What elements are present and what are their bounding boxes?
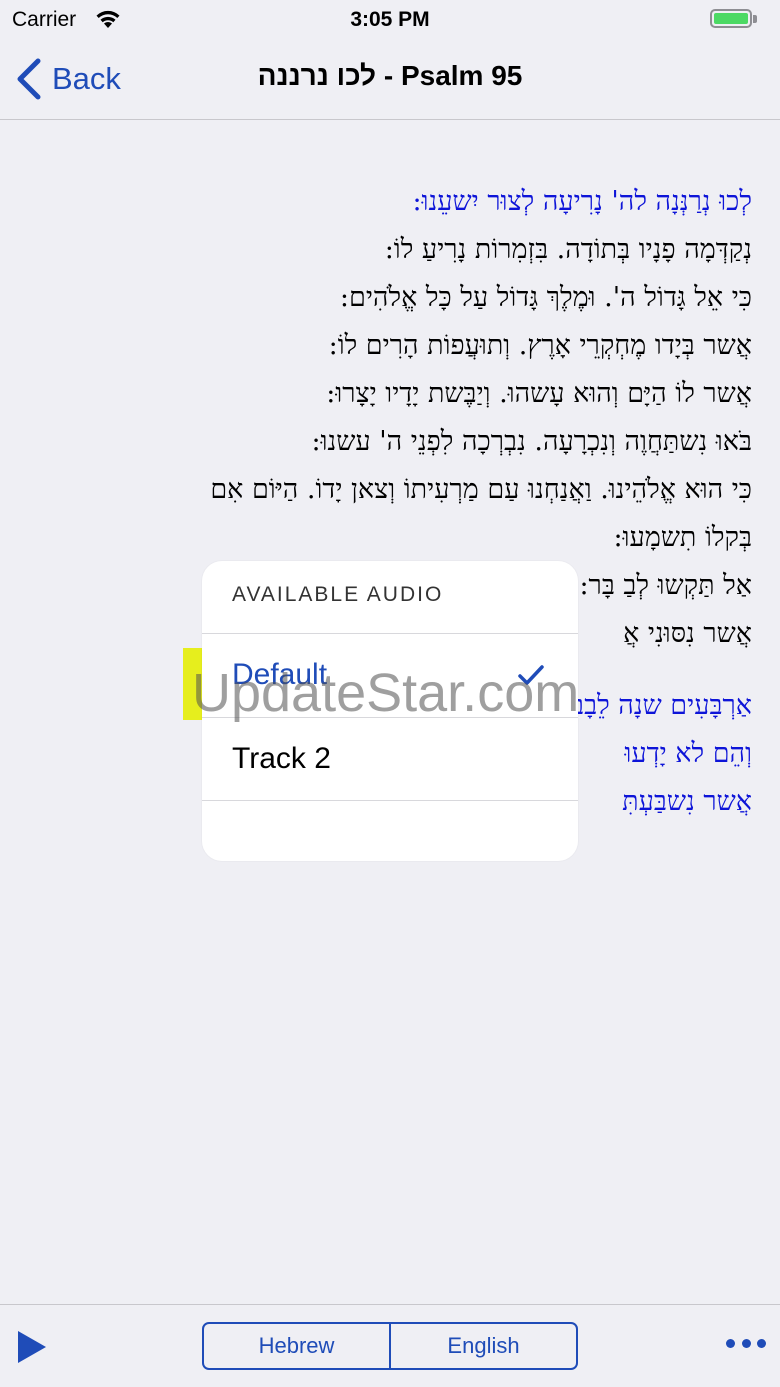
status-bar: Carrier 3:05 PM — [0, 0, 780, 40]
battery-icon — [710, 9, 752, 28]
bottom-toolbar: Hebrew English — [0, 1304, 780, 1387]
navigation-bar: Back לכו נרננה - Psalm 95 — [0, 40, 780, 120]
divider — [202, 800, 578, 801]
play-icon[interactable] — [16, 1329, 48, 1365]
psalm-line: אֲשר בְּיָדו מֶחְקְרֵי אָרֶץ. וְתוּעֲפוֹ… — [328, 330, 752, 361]
segment-hebrew[interactable]: Hebrew — [204, 1324, 389, 1368]
battery-tip — [753, 15, 757, 23]
status-time: 3:05 PM — [350, 8, 430, 31]
psalm-line: כִּי הוּא אֱלֹהֵינוּ. וַאֲנַחְנוּ עַם מַ… — [210, 474, 752, 505]
segment-english[interactable]: English — [389, 1324, 576, 1368]
page-title: לכו נרננה - Psalm 95 — [257, 60, 523, 91]
psalm-line: כִּי אֵל גָּדוֹל ה'. וּמֶלֶךְ גָּדוֹל עַ… — [339, 282, 752, 313]
audio-option-track-2[interactable]: Track 2 — [202, 718, 578, 800]
watermark: UpdateStar.com — [192, 663, 580, 723]
more-icon[interactable] — [726, 1335, 766, 1351]
popover-header: AVAILABLE AUDIO — [232, 583, 444, 606]
option-label: Track 2 — [232, 742, 331, 775]
psalm-line: בֹּאוּ נִשתַּחֲוֶה וְנִכְרָעָה. נִבְרְכָ… — [311, 426, 753, 457]
psalm-line: לְכוּ נְרַנְּנָה לה' נָרִיעָה לְצוּר יִש… — [412, 186, 752, 217]
psalm-line: אֲשר לוֹ הַיָּם וְהוּא עָשהוּ. וְיַבֶּשת… — [326, 378, 752, 409]
psalm-line: נְקַדְּמָה פָנָיו בְּתוֹדָה. בִּזְמִרוֹת… — [384, 234, 752, 265]
psalm-line: בְּקלוֹ תִשמָעוּ: — [613, 522, 752, 553]
language-segmented-control: Hebrew English — [202, 1322, 578, 1370]
